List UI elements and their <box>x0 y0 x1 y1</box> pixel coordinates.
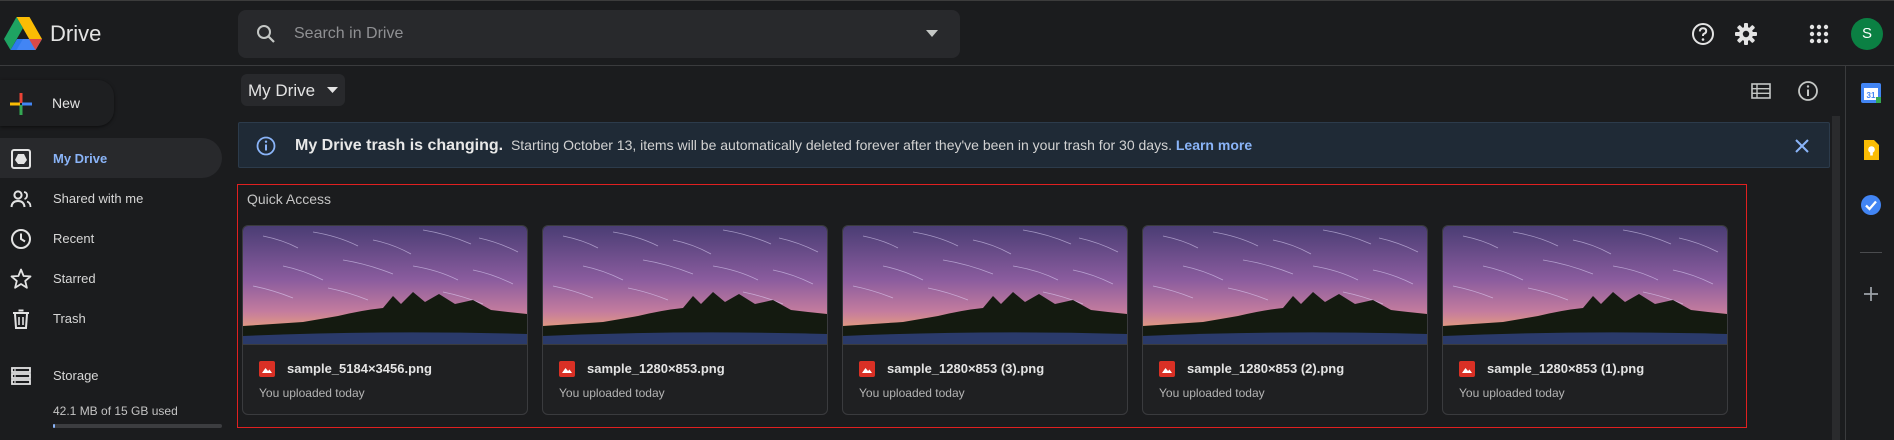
sidebar-item-my-drive[interactable]: My Drive <box>0 138 222 178</box>
quick-access-card[interactable]: sample_1280×853 (3).png You uploaded tod… <box>842 225 1128 415</box>
banner-title: My Drive trash is changing. <box>295 137 504 154</box>
calendar-icon[interactable]: 31 <box>1860 82 1882 104</box>
sidebar-item-starred[interactable]: Starred <box>0 258 222 298</box>
file-name: sample_5184×3456.png <box>287 361 432 376</box>
list-view-icon[interactable] <box>1750 80 1772 102</box>
file-name: sample_1280×853 (2).png <box>1187 361 1345 376</box>
side-panel-divider <box>1860 252 1882 253</box>
sidebar-item-label: Storage <box>53 368 99 383</box>
file-name: sample_1280×853 (3).png <box>887 361 1045 376</box>
image-file-icon <box>859 361 875 377</box>
trash-icon <box>13 309 29 329</box>
new-button-label: New <box>52 95 81 111</box>
quick-access-card[interactable]: sample_1280×853 (2).png You uploaded tod… <box>1142 225 1428 415</box>
banner-message: Starting October 13, items will be autom… <box>510 137 1172 153</box>
clock-icon <box>11 229 31 249</box>
search-options-chevron-icon[interactable] <box>926 30 938 38</box>
tasks-icon[interactable] <box>1860 194 1882 216</box>
sidebar-item-label: My Drive <box>53 151 108 166</box>
file-subtitle: You uploaded today <box>259 386 365 400</box>
sidebar-item-storage[interactable]: Storage <box>0 355 222 395</box>
storage-progress-bar <box>53 424 222 428</box>
plus-icon <box>10 93 32 115</box>
sidebar-item-label: Shared with me <box>53 191 144 206</box>
chevron-down-icon <box>327 87 338 93</box>
search-bar[interactable] <box>238 10 960 58</box>
close-icon[interactable] <box>1793 137 1811 155</box>
learn-more-link[interactable]: Learn more <box>1176 137 1252 153</box>
banner-text: My Drive trash is changing. Starting Oct… <box>295 137 1252 155</box>
image-file-icon <box>1459 361 1475 377</box>
storage-usage-text: 42.1 MB of 15 GB used <box>53 404 178 418</box>
sidebar-item-label: Trash <box>53 311 86 326</box>
quick-access-card[interactable]: sample_1280×853 (1).png You uploaded tod… <box>1442 225 1728 415</box>
sidebar-item-label: Starred <box>53 271 96 286</box>
star-icon <box>10 268 32 289</box>
file-name: sample_1280×853 (1).png <box>1487 361 1645 376</box>
search-icon[interactable] <box>256 24 276 44</box>
file-thumbnail[interactable] <box>543 226 827 345</box>
location-label: My Drive <box>248 81 316 100</box>
file-subtitle: You uploaded today <box>1459 386 1565 400</box>
file-name: sample_1280×853.png <box>587 361 725 376</box>
add-icon[interactable] <box>1860 283 1882 305</box>
file-thumbnail[interactable] <box>1443 226 1727 345</box>
account-avatar[interactable]: S <box>1851 18 1883 50</box>
search-input[interactable] <box>294 22 894 46</box>
app-name[interactable]: Drive <box>50 21 101 47</box>
info-icon <box>256 136 276 156</box>
storage-progress-fill <box>53 424 55 428</box>
new-button[interactable]: New <box>0 80 114 126</box>
settings-icon[interactable] <box>1733 21 1759 47</box>
quick-access-card[interactable]: sample_5184×3456.png You uploaded today <box>242 225 528 415</box>
file-thumbnail[interactable] <box>843 226 1127 345</box>
keep-icon[interactable] <box>1860 139 1882 161</box>
file-thumbnail[interactable] <box>1143 226 1427 345</box>
info-icon[interactable] <box>1797 80 1819 102</box>
side-panel: 31 <box>1845 66 1894 440</box>
sidebar-item-label: Recent <box>53 231 95 246</box>
drive-logo-icon[interactable] <box>4 17 42 51</box>
top-app-bar: Drive S <box>0 0 1894 66</box>
apps-grid-icon[interactable] <box>1806 21 1832 47</box>
sidebar-item-trash[interactable]: Trash <box>0 298 222 338</box>
image-file-icon <box>1159 361 1175 377</box>
location-dropdown[interactable]: My Drive <box>241 74 345 106</box>
image-file-icon <box>559 361 575 377</box>
quick-access-title: Quick Access <box>247 191 332 207</box>
file-subtitle: You uploaded today <box>559 386 665 400</box>
svg-text:31: 31 <box>1867 91 1876 100</box>
people-icon <box>10 190 32 208</box>
file-thumbnail[interactable] <box>243 226 527 345</box>
sidebar-item-shared-with-me[interactable]: Shared with me <box>0 178 222 218</box>
my-drive-icon <box>11 149 31 169</box>
file-subtitle: You uploaded today <box>859 386 965 400</box>
image-file-icon <box>259 361 275 377</box>
quick-access-card[interactable]: sample_1280×853.png You uploaded today <box>542 225 828 415</box>
storage-icon <box>11 367 31 385</box>
sidebar-item-recent[interactable]: Recent <box>0 218 222 258</box>
file-subtitle: You uploaded today <box>1159 386 1265 400</box>
trash-change-banner: My Drive trash is changing. Starting Oct… <box>238 122 1830 168</box>
scrollbar[interactable] <box>1832 116 1840 440</box>
help-icon[interactable] <box>1690 21 1716 47</box>
